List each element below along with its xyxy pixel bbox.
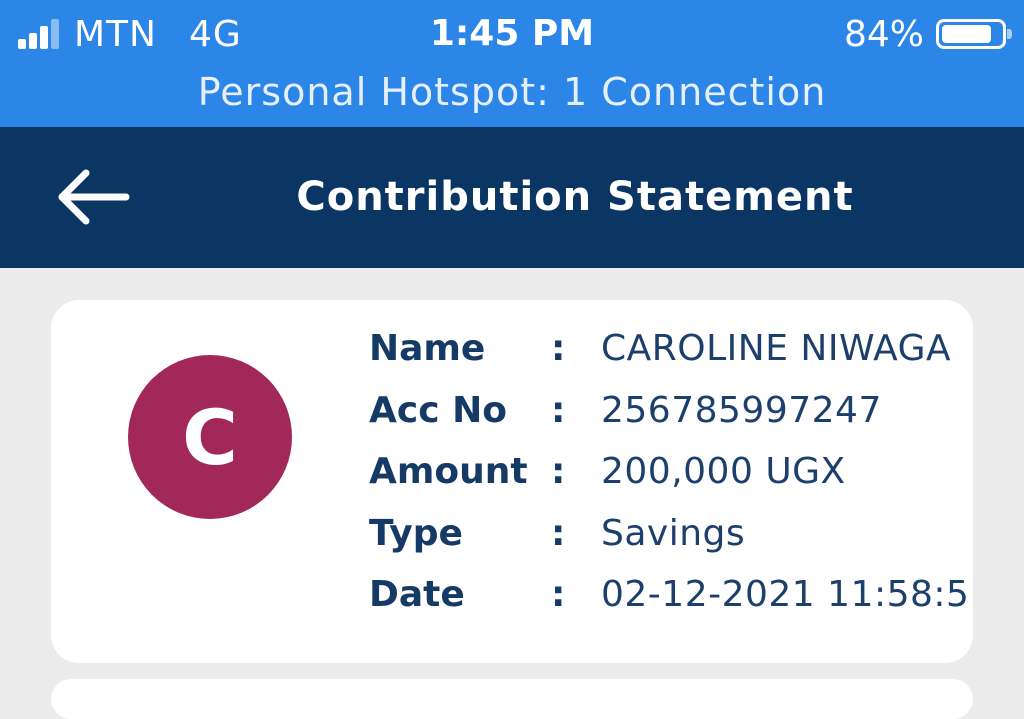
statement-details: Name : CAROLINE NIWAGA Acc No : 25678599… [369, 318, 973, 626]
detail-value: Savings [601, 512, 746, 554]
detail-row-acc-no: Acc No : 256785997247 [369, 380, 973, 442]
status-right: 84% [843, 12, 1012, 56]
detail-row-name: Name : CAROLINE NIWAGA [369, 318, 973, 380]
detail-separator: : [551, 328, 566, 370]
statement-card[interactable]: C Name : CAROLINE NIWAGA Acc No : 256785… [51, 300, 973, 663]
battery-icon [936, 19, 1012, 49]
detail-value: 02-12-2021 11:58:5 [601, 574, 970, 616]
detail-separator: : [551, 389, 566, 431]
detail-label: Amount [369, 451, 528, 493]
status-bar: MTN 4G 1:45 PM 84% Personal Hotspot: 1 C… [0, 0, 1024, 127]
detail-row-amount: Amount : 200,000 UGX [369, 441, 973, 503]
detail-label: Date [369, 574, 465, 616]
detail-separator: : [551, 574, 566, 616]
detail-separator: : [551, 512, 566, 554]
battery-fill [942, 25, 991, 43]
avatar: C [128, 355, 292, 519]
detail-value: CAROLINE NIWAGA [601, 328, 952, 370]
battery-tip [1007, 29, 1012, 39]
page-title: Contribution Statement [296, 174, 854, 220]
detail-row-type: Type : Savings [369, 503, 973, 565]
detail-value: 200,000 UGX [601, 451, 846, 493]
detail-label: Type [369, 512, 463, 554]
battery-percent: 84% [843, 13, 924, 55]
detail-value: 256785997247 [601, 389, 882, 431]
detail-label: Name [369, 328, 486, 370]
app-header: Contribution Statement [0, 127, 1024, 268]
detail-separator: : [551, 451, 566, 493]
hotspot-banner[interactable]: Personal Hotspot: 1 Connection [0, 70, 1024, 114]
detail-row-date: Date : 02-12-2021 11:58:5 [369, 564, 973, 626]
detail-label: Acc No [369, 389, 507, 431]
statement-card-next[interactable] [51, 679, 973, 719]
